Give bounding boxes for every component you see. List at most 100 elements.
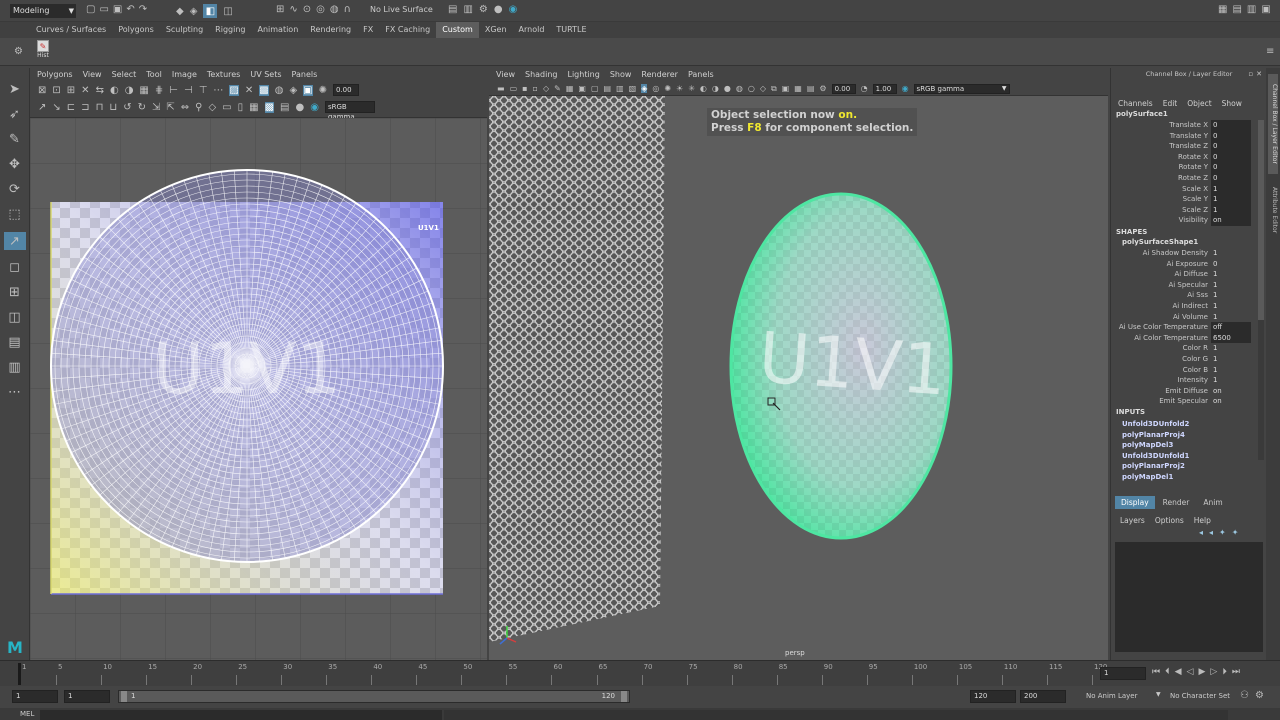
uv-dim-icon[interactable]: ▭	[222, 102, 231, 113]
uv-menu-view[interactable]: View	[78, 68, 107, 82]
resolution-gate-icon[interactable]: ▢	[591, 84, 599, 93]
uv-colorspace-icon[interactable]: ◉	[310, 102, 319, 113]
shadows-icon[interactable]: ◑	[712, 84, 719, 93]
dof-icon[interactable]: ◇	[760, 84, 766, 93]
uv-move-icon[interactable]: ◐	[110, 85, 119, 96]
layout-four-icon[interactable]: ⊞	[9, 285, 20, 300]
view-transform-dropdown[interactable]: sRGB gamma ▼	[913, 83, 1010, 94]
uv-isolate-icon[interactable]: ◇	[208, 102, 216, 113]
save-scene-icon[interactable]: ▣	[113, 4, 122, 15]
camera-attr-icon[interactable]: ▭	[510, 84, 518, 93]
ssao-icon[interactable]: ●	[724, 84, 731, 93]
grid-toggle-icon[interactable]: ▦	[566, 84, 574, 93]
float-icon[interactable]: ▫	[1248, 70, 1253, 78]
image-plane-icon[interactable]: ▫	[533, 84, 538, 93]
attr-ai-color-temperature[interactable]: Ai Color Temperature 6500	[1111, 332, 1251, 344]
uv-straighten-icon[interactable]: ⊢	[169, 85, 178, 96]
uv-relax-icon[interactable]: ⊤	[199, 85, 208, 96]
component-icon[interactable]: ◈	[190, 6, 198, 17]
input-node-polyplanarproj2[interactable]: polyPlanarProj2	[1111, 461, 1189, 472]
tab-animation[interactable]: Animation	[251, 22, 304, 38]
attr-scale-x[interactable]: Scale X1	[1111, 183, 1251, 195]
play-forward-icon[interactable]: ▶	[1198, 667, 1205, 677]
vp-menu-lighting[interactable]: Lighting	[562, 68, 604, 82]
motion-blur-icon[interactable]: ◍	[736, 84, 743, 93]
attr-intensity[interactable]: Intensity 1	[1111, 375, 1251, 386]
attr-translate-z[interactable]: Translate Z0	[1111, 141, 1251, 152]
uv-layout-icon[interactable]: ◑	[125, 85, 134, 96]
grease-pencil-icon[interactable]: ✎	[554, 84, 561, 93]
hypershade-icon[interactable]: ●	[494, 4, 503, 15]
playback-end-field[interactable]: 120	[970, 690, 1016, 703]
safe-action-icon[interactable]: ▧	[629, 84, 637, 93]
menu-set-dropdown[interactable]: Modeling ▼	[10, 4, 76, 18]
textured-disc[interactable]: U1V1	[729, 192, 953, 540]
uv-menu-uv-sets[interactable]: UV Sets	[245, 68, 286, 82]
layout-misc-icon[interactable]: ⋯	[8, 385, 21, 400]
range-end-handle[interactable]	[621, 691, 627, 702]
aa-icon[interactable]: ○	[748, 84, 755, 93]
input-node-polymapdel3[interactable]: polyMapDel3	[1111, 440, 1189, 451]
film-gate-icon[interactable]: ▣	[578, 84, 586, 93]
attr-rotate-y[interactable]: Rotate Y0	[1111, 162, 1251, 173]
snap-point-icon[interactable]: ⊙	[303, 4, 311, 15]
uv-border-icon[interactable]: ⊏	[67, 102, 75, 113]
tab-turtle[interactable]: TURTLE	[550, 22, 592, 38]
close-icon[interactable]: ✕	[1256, 70, 1262, 78]
uv-normalize-icon[interactable]: ⊓	[96, 102, 104, 113]
xray-components-icon[interactable]: ▤	[807, 84, 815, 93]
uv-unitize-icon[interactable]: ⊔	[109, 102, 117, 113]
exposure-field[interactable]: 0.00	[831, 83, 856, 94]
tab-display[interactable]: Display	[1115, 496, 1155, 509]
uv-stack-icon[interactable]: ⋯	[213, 85, 223, 96]
shape-name[interactable]: polySurfaceShape1	[1122, 238, 1198, 246]
step-back-key-icon[interactable]: ⏴	[1165, 667, 1170, 677]
object-mode-icon[interactable]: ◧	[203, 4, 218, 18]
input-node-unfold3dunfold2[interactable]: Unfold3DUnfold2	[1111, 419, 1189, 430]
current-time-marker[interactable]	[18, 663, 21, 685]
uv-rotate-icon[interactable]: ⊡	[52, 85, 60, 96]
redo-icon[interactable]: ↷	[139, 4, 147, 15]
timeline-ruler[interactable]: 1 5 10 15 20 25 30 35 40 45 50 55 60 65 70 75 80 85 90 95 10…	[12, 661, 1107, 687]
tab-anim[interactable]: Anim	[1197, 496, 1228, 509]
snap-curve-icon[interactable]: ∿	[289, 4, 297, 15]
tab-rendering[interactable]: Rendering	[304, 22, 357, 38]
uv-sew-icon[interactable]: ⇆	[96, 85, 104, 96]
vp-menu-show[interactable]: Show	[605, 68, 637, 82]
range-slider[interactable]: 1 120	[118, 690, 630, 703]
two-d-pan-icon[interactable]: ◇	[543, 84, 549, 93]
uv-menu-select[interactable]: Select	[107, 68, 142, 82]
uv-pixel-icon[interactable]: ▩	[264, 101, 275, 113]
active-tool-icon[interactable]: ↗	[3, 232, 26, 250]
attr-translate-x[interactable]: Translate X0	[1111, 120, 1251, 131]
attr-visibility[interactable]: Visibility on	[1111, 215, 1251, 226]
uv-optimize-icon[interactable]: ⇲	[152, 102, 160, 113]
vp-menu-panels[interactable]: Panels	[683, 68, 719, 82]
uv-dim2-icon[interactable]: ▯	[238, 102, 244, 113]
go-to-start-icon[interactable]: ⏮	[1152, 667, 1160, 677]
isolate-select-icon[interactable]: ⧉	[771, 84, 777, 94]
cb-menu-edit[interactable]: Edit	[1158, 97, 1183, 111]
render-icon[interactable]: ▤	[448, 4, 457, 15]
move-layer-down-icon[interactable]: ◂	[1209, 528, 1213, 537]
uv-flip-icon[interactable]: ⊠	[38, 85, 46, 96]
uv-distort-icon[interactable]: ↗	[38, 102, 46, 113]
uv-grid-icon[interactable]: ▦	[139, 85, 148, 96]
wireframe-icon[interactable]: ◈	[641, 84, 648, 93]
uv-menu-image[interactable]: Image	[167, 68, 202, 82]
uv-symmetry-icon[interactable]: ⇔	[181, 102, 189, 113]
uv-filter-icon[interactable]: ◈	[289, 85, 297, 96]
xray-joints-icon[interactable]: ▦	[794, 84, 802, 93]
snap-grid-icon[interactable]: ⊞	[276, 4, 284, 15]
uv-channel-icon[interactable]: ▦	[249, 102, 258, 113]
attr-ai-sss[interactable]: Ai Sss 1	[1111, 290, 1251, 301]
uv-exposure-icon[interactable]: ✺	[319, 85, 327, 96]
bookmark-icon[interactable]: ▪	[522, 84, 527, 93]
input-node-polyplanarproj4[interactable]: polyPlanarProj4	[1111, 430, 1189, 441]
attr-ai-indirect[interactable]: Ai Indirect 1	[1111, 301, 1251, 312]
tab-attribute-editor[interactable]: Attribute Editor	[1268, 180, 1278, 240]
input-node-polymapdel1[interactable]: polyMapDel1	[1111, 472, 1189, 483]
exposure-icon[interactable]: ⚙	[819, 84, 826, 93]
uv-smooth-icon[interactable]: ⇱	[166, 102, 174, 113]
object-name[interactable]: polySurface1	[1116, 110, 1168, 118]
